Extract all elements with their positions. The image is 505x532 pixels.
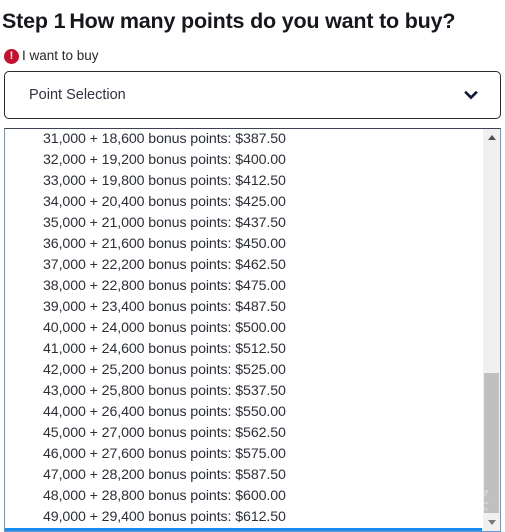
select-value: Point Selection	[29, 87, 126, 103]
list-item[interactable]: 38,000 + 22,800 bonus points: $475.00	[5, 276, 482, 297]
list-item[interactable]: 35,000 + 21,000 bonus points: $437.50	[5, 213, 482, 234]
dropdown-scrollbar[interactable]	[482, 129, 500, 531]
scroll-up-arrow-icon[interactable]	[483, 129, 500, 146]
point-selection-dropdown-list[interactable]: 31,000 + 18,600 bonus points: $387.50 32,…	[4, 128, 501, 532]
scroll-down-arrow-icon[interactable]	[483, 514, 500, 531]
list-item[interactable]: 49,000 + 29,400 bonus points: $612.50	[5, 507, 482, 528]
list-item[interactable]: 45,000 + 27,000 bonus points: $562.50	[5, 423, 482, 444]
list-item[interactable]: 48,000 + 28,800 bonus points: $600.00	[5, 486, 482, 507]
field-label-row: ! I want to buy	[4, 47, 505, 65]
step-number: Step 1	[2, 9, 66, 33]
exclamation-circle-icon: !	[4, 48, 19, 64]
list-item[interactable]: 42,000 + 25,200 bonus points: $525.00	[5, 360, 482, 381]
list-item[interactable]: 39,000 + 23,400 bonus points: $487.50	[5, 297, 482, 318]
list-item[interactable]: 50,000 + 30,000 bonus points: $625.00	[5, 528, 482, 531]
list-item[interactable]: 41,000 + 24,600 bonus points: $512.50	[5, 339, 482, 360]
list-item[interactable]: 31,000 + 18,600 bonus points: $387.50	[5, 129, 482, 150]
list-item[interactable]: 37,000 + 22,200 bonus points: $462.50	[5, 255, 482, 276]
point-selection-select[interactable]: Point Selection	[4, 71, 501, 119]
list-item[interactable]: 40,000 + 24,000 bonus points: $500.00	[5, 318, 482, 339]
scroll-up-arrow-glyph	[487, 135, 496, 140]
list-item[interactable]: 46,000 + 27,600 bonus points: $575.00	[5, 444, 482, 465]
list-item[interactable]: 32,000 + 19,200 bonus points: $400.00	[5, 150, 482, 171]
list-item[interactable]: 44,000 + 26,400 bonus points: $550.00	[5, 402, 482, 423]
chevron-down-icon[interactable]	[459, 83, 483, 107]
option-list-viewport[interactable]: 31,000 + 18,600 bonus points: $387.50 32,…	[5, 129, 482, 531]
list-item[interactable]: 34,000 + 20,400 bonus points: $425.00	[5, 192, 482, 213]
list-item[interactable]: 33,000 + 19,800 bonus points: $412.50	[5, 171, 482, 192]
list-item[interactable]: 47,000 + 28,200 bonus points: $587.50	[5, 465, 482, 486]
field-label: I want to buy	[22, 48, 99, 63]
scrollbar-thumb[interactable]	[484, 373, 499, 513]
page-title: Step 1 How many points do you want to buy…	[0, 0, 505, 34]
list-item[interactable]: 43,000 + 25,800 bonus points: $537.50	[5, 381, 482, 402]
scroll-down-arrow-glyph	[487, 520, 496, 525]
step-question: How many points do you want to buy?	[69, 9, 456, 33]
list-item[interactable]: 36,000 + 21,600 bonus points: $450.00	[5, 234, 482, 255]
